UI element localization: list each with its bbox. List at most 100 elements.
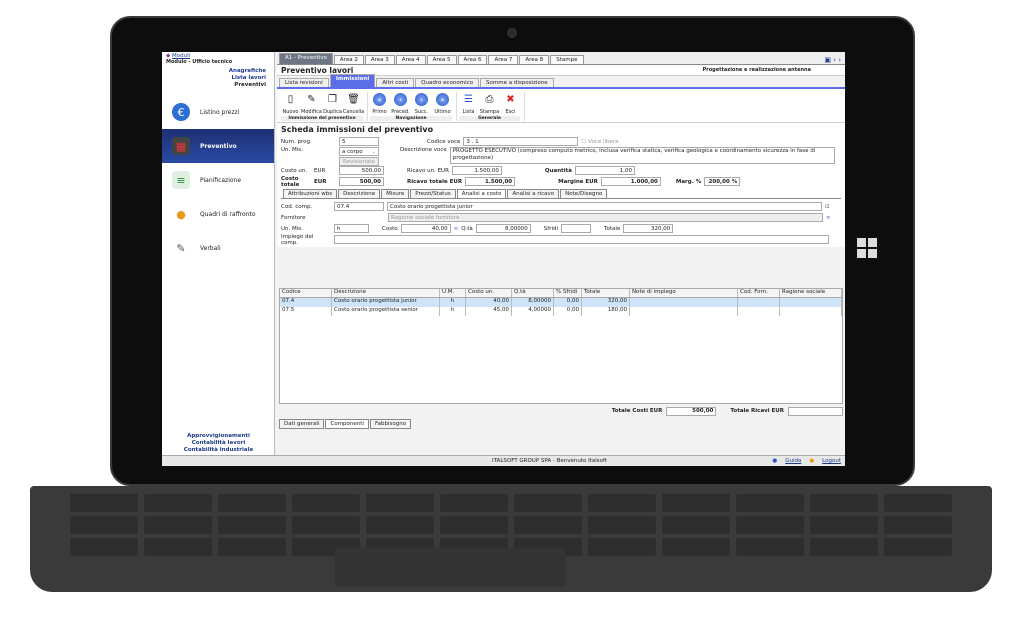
key[interactable] bbox=[440, 494, 508, 512]
key[interactable] bbox=[588, 494, 656, 512]
key[interactable] bbox=[662, 516, 730, 534]
key[interactable] bbox=[662, 538, 730, 556]
windows-logo-icon[interactable] bbox=[857, 238, 877, 258]
tab-area-2[interactable]: Area 2 bbox=[333, 55, 364, 64]
key[interactable] bbox=[292, 516, 360, 534]
link-contabilita-lavori[interactable]: Contabilità lavori bbox=[162, 440, 275, 447]
sidebar-item-verbali[interactable]: ✎ Verbali bbox=[162, 231, 274, 265]
num-prog-input[interactable]: 5 bbox=[339, 137, 379, 146]
tab-componenti[interactable]: Componenti bbox=[325, 419, 369, 429]
save-icon[interactable]: ▣ ‹ › bbox=[824, 56, 841, 64]
table-row[interactable]: 07.5 Costo orario progettista senior h 4… bbox=[280, 307, 842, 316]
codice-voce-input[interactable]: 3 . 1 bbox=[463, 137, 579, 146]
key[interactable] bbox=[70, 516, 138, 534]
sidebar-item-listino[interactable]: € Listino prezzi bbox=[162, 95, 274, 129]
esci-button[interactable]: ✖ Esci bbox=[501, 92, 520, 115]
nuovo-button[interactable]: ▯ Nuovo bbox=[281, 92, 300, 115]
tab-dati-generali[interactable]: Dati generali bbox=[279, 419, 325, 429]
tab-area-7[interactable]: Area 7 bbox=[488, 55, 519, 64]
tab-altri-costi[interactable]: Altri costi bbox=[376, 78, 415, 87]
key[interactable] bbox=[292, 494, 360, 512]
key[interactable] bbox=[662, 494, 730, 512]
primo-button[interactable]: « Primo bbox=[370, 92, 389, 115]
lista-button[interactable]: ☰ Lista bbox=[459, 92, 478, 115]
col-header[interactable]: Note di impiego bbox=[630, 289, 738, 297]
voce-libera-checkbox[interactable]: ☐ Voce libera bbox=[581, 139, 618, 145]
tab-analisi-ricavo[interactable]: Analisi a ricavo bbox=[507, 189, 560, 198]
key[interactable] bbox=[810, 516, 878, 534]
link-preventivi[interactable]: Preventivi bbox=[162, 82, 274, 89]
tab-note-disegno[interactable]: Note/Disegno bbox=[560, 189, 608, 198]
tab-immissioni[interactable]: Immissioni bbox=[329, 74, 376, 87]
col-header[interactable]: U.M. bbox=[440, 289, 466, 297]
ultimo-button[interactable]: » Ultimo bbox=[433, 92, 452, 115]
costo-un-input[interactable]: 500,00 bbox=[339, 166, 384, 175]
col-header[interactable]: Codice bbox=[280, 289, 332, 297]
key[interactable] bbox=[810, 494, 878, 512]
cancella-button[interactable]: 🗑 Cancella bbox=[343, 92, 364, 115]
key[interactable] bbox=[70, 494, 138, 512]
fornitore-input[interactable]: Ragione sociale fornitore bbox=[388, 213, 823, 222]
key[interactable] bbox=[884, 494, 952, 512]
succ-button[interactable]: › Succ. bbox=[412, 92, 431, 115]
col-header[interactable]: Cod. Forn. bbox=[738, 289, 780, 297]
ricavo-un-input[interactable]: 1.500,00 bbox=[451, 166, 502, 175]
tab-area-8[interactable]: Area 8 bbox=[519, 55, 550, 64]
duplica-button[interactable]: ❐ Duplica bbox=[323, 92, 342, 115]
tab-area-5[interactable]: Area 5 bbox=[426, 55, 457, 64]
tab-area-4[interactable]: Area 4 bbox=[395, 55, 426, 64]
link-approvvigionamenti[interactable]: Approvvigionamenti bbox=[162, 433, 275, 440]
key[interactable] bbox=[218, 516, 286, 534]
tab-misure[interactable]: Misure bbox=[381, 189, 410, 198]
key[interactable] bbox=[440, 516, 508, 534]
key[interactable] bbox=[144, 516, 212, 534]
tab-analisi-costo[interactable]: Analisi a costo bbox=[456, 189, 507, 198]
col-header[interactable]: Q.tà bbox=[512, 289, 554, 297]
key[interactable] bbox=[588, 516, 656, 534]
key[interactable] bbox=[218, 494, 286, 512]
descrizione-input[interactable]: PROGETTO ESECUTIVO (compreso computo met… bbox=[449, 147, 835, 164]
key[interactable] bbox=[736, 494, 804, 512]
cod-comp-input[interactable]: 07.4 bbox=[334, 202, 384, 211]
col-header[interactable]: % Sfridi bbox=[554, 289, 582, 297]
tab-quadro-economico[interactable]: Quadro economico bbox=[415, 78, 479, 87]
touchpad[interactable] bbox=[335, 548, 565, 586]
tab-somme[interactable]: Somme a disposizione bbox=[480, 78, 554, 87]
comp-costo-input[interactable]: 40,00 bbox=[400, 224, 451, 233]
tab-fabbisogno[interactable]: Fabbisogno bbox=[369, 419, 412, 429]
sidebar-item-quadri[interactable]: ● Quadri di raffronto bbox=[162, 197, 274, 231]
binoculars-icon[interactable]: ∞ bbox=[826, 215, 831, 221]
key[interactable] bbox=[884, 538, 952, 556]
modifica-button[interactable]: ✎ Modifica bbox=[301, 92, 322, 115]
preced-button[interactable]: ‹ Preced. bbox=[391, 92, 410, 115]
link-anagrafiche[interactable]: Anagrafiche bbox=[162, 68, 274, 75]
key[interactable] bbox=[218, 538, 286, 556]
col-header[interactable]: Costo un. bbox=[466, 289, 512, 297]
key[interactable] bbox=[144, 494, 212, 512]
key[interactable] bbox=[144, 538, 212, 556]
tab-descrizione[interactable]: Descrizione bbox=[338, 189, 381, 198]
col-header[interactable]: Descrizione bbox=[332, 289, 440, 297]
comp-sfridi-input[interactable] bbox=[561, 224, 592, 233]
sidebar-item-pianificazione[interactable]: ≡ Pianificazione bbox=[162, 163, 274, 197]
key[interactable] bbox=[736, 538, 804, 556]
tab-lista-revisioni[interactable]: Lista revisioni bbox=[279, 78, 329, 87]
col-header[interactable]: Totale bbox=[582, 289, 630, 297]
quantita-input[interactable]: 1,00 bbox=[574, 166, 635, 175]
sidebar-item-preventivo[interactable]: ▦ Preventivo bbox=[162, 129, 274, 163]
table-row[interactable]: 07.4 Costo orario progettista junior h 4… bbox=[280, 298, 842, 307]
link-contabilita-industriale[interactable]: Contabilità industriale bbox=[162, 447, 275, 454]
binoculars-icon[interactable]: ∞ bbox=[454, 226, 459, 232]
key[interactable] bbox=[736, 516, 804, 534]
tab-stampe[interactable]: Stampe bbox=[550, 55, 584, 64]
tab-area-6[interactable]: Area 6 bbox=[457, 55, 488, 64]
link-lista-lavori[interactable]: Lista lavori bbox=[162, 75, 274, 82]
key[interactable] bbox=[70, 538, 138, 556]
tab-area-3[interactable]: Area 3 bbox=[364, 55, 395, 64]
impiego-input[interactable] bbox=[334, 235, 829, 244]
comp-qta-input[interactable]: 8,00000 bbox=[475, 224, 531, 233]
um-select[interactable]: a corpo ⌄ bbox=[339, 147, 379, 156]
tab-attribuzioni-wbs[interactable]: Attribuzioni wbs bbox=[283, 189, 338, 198]
key[interactable] bbox=[884, 516, 952, 534]
stampa-button[interactable]: ⎙ Stampa bbox=[480, 92, 499, 115]
